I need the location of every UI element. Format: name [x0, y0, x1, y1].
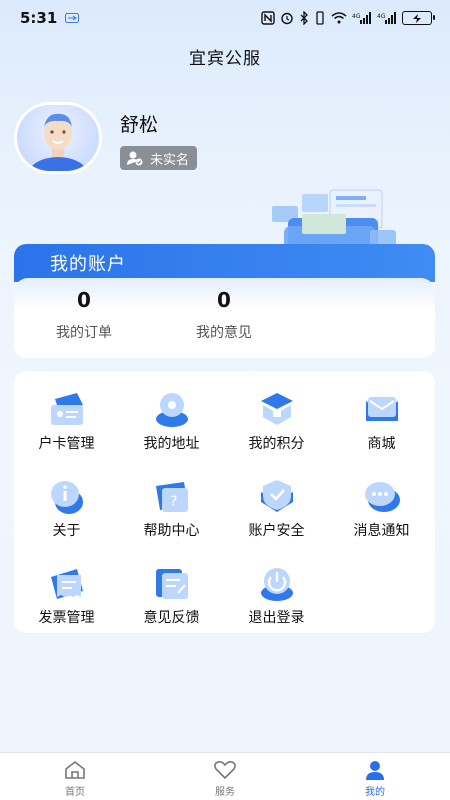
wifi-icon — [331, 12, 347, 24]
menu-item-feedback[interactable]: 意见反馈 — [119, 551, 224, 631]
invoice-icon — [51, 569, 83, 599]
vibrate-icon — [316, 11, 324, 25]
menu-item-label: 账户安全 — [248, 523, 305, 539]
menu-item-label: 我的地址 — [143, 436, 200, 452]
menu-item-mall[interactable]: 商城 — [329, 377, 434, 457]
menu-item-card-management[interactable]: 户卡管理 — [14, 377, 119, 457]
user-name: 舒松 — [120, 114, 159, 136]
menu-item-label: 发票管理 — [38, 610, 95, 626]
menu-grid: 户卡管理 我的地址 我的积分 商城 关于 ? 帮助中心 账户安全 消息通知 发票… — [14, 371, 435, 633]
signal-icon-2: 4G — [377, 12, 396, 24]
location-icon — [156, 393, 188, 427]
status-time: 5:31 — [20, 9, 58, 27]
account-card: 我的账户 0 我的订单 0 我的意见 — [14, 244, 435, 358]
menu-item-my-points[interactable]: 我的积分 — [224, 377, 329, 457]
menu-item-invoice-management[interactable]: 发票管理 — [14, 551, 119, 631]
menu-item-my-address[interactable]: 我的地址 — [119, 377, 224, 457]
power-icon — [261, 568, 293, 601]
user-check-icon — [127, 151, 143, 166]
menu-item-label: 商城 — [367, 436, 396, 452]
mail-icon — [366, 397, 398, 421]
signal-icon-1: 4G — [352, 12, 371, 24]
user-icon — [366, 761, 384, 780]
tab-services[interactable]: 服务 — [150, 753, 300, 800]
stat-value: 0 — [77, 288, 91, 312]
menu-item-logout[interactable]: 退出登录 — [224, 551, 329, 631]
info-icon — [51, 481, 83, 514]
battery-charging-icon — [402, 11, 435, 25]
verify-status-badge[interactable]: 未实名 — [120, 146, 198, 170]
tab-label: 服务 — [215, 787, 235, 798]
card-icon — [51, 393, 83, 425]
tab-home[interactable]: 首页 — [0, 753, 150, 800]
svg-text:?: ? — [170, 494, 177, 510]
account-header: 我的账户 — [14, 244, 435, 282]
menu-item-help-center[interactable]: ? 帮助中心 — [119, 464, 224, 544]
tab-label: 首页 — [65, 787, 85, 798]
page-title: 宜宾公服 — [189, 49, 261, 69]
nfc-icon — [261, 11, 275, 25]
bluetooth-icon — [300, 11, 308, 25]
avatar[interactable] — [14, 102, 102, 174]
bottom-tab-bar: 首页 服务 我的 — [0, 752, 450, 800]
tab-mine[interactable]: 我的 — [300, 753, 450, 800]
menu-item-label: 我的积分 — [248, 436, 305, 452]
heart-icon — [214, 761, 236, 780]
profile-section: 舒松 未实名 — [14, 102, 314, 176]
svg-text:4G: 4G — [377, 13, 386, 20]
home-icon — [65, 760, 85, 779]
help-icon: ? — [156, 482, 188, 512]
stat-label: 我的订单 — [56, 325, 112, 341]
menu-item-label: 退出登录 — [248, 610, 305, 626]
points-icon — [261, 393, 293, 425]
usb-icon — [65, 13, 80, 23]
menu-item-about[interactable]: 关于 — [14, 464, 119, 544]
alarm-icon — [281, 12, 293, 25]
account-body: 0 我的订单 0 我的意见 — [14, 278, 435, 358]
stat-label: 我的意见 — [196, 325, 252, 341]
status-bar: 5:31 4G 4G — [0, 0, 450, 36]
menu-item-notifications[interactable]: 消息通知 — [329, 464, 434, 544]
menu-item-label: 意见反馈 — [143, 610, 200, 626]
menu-item-label: 消息通知 — [353, 523, 410, 539]
chat-icon — [365, 482, 400, 512]
menu-item-label: 帮助中心 — [143, 523, 200, 539]
stat-value: 0 — [217, 288, 231, 312]
shield-icon — [261, 480, 293, 512]
tab-label: 我的 — [365, 787, 385, 798]
account-title: 我的账户 — [50, 254, 126, 275]
svg-text:4G: 4G — [352, 13, 361, 20]
menu-item-label: 户卡管理 — [38, 436, 95, 452]
menu-item-account-security[interactable]: 账户安全 — [224, 464, 329, 544]
stat-orders[interactable]: 0 我的订单 — [34, 288, 134, 342]
feedback-icon — [156, 569, 188, 599]
stat-feedback[interactable]: 0 我的意见 — [174, 288, 274, 342]
verify-status-label: 未实名 — [150, 152, 190, 168]
menu-item-label: 关于 — [52, 523, 81, 539]
